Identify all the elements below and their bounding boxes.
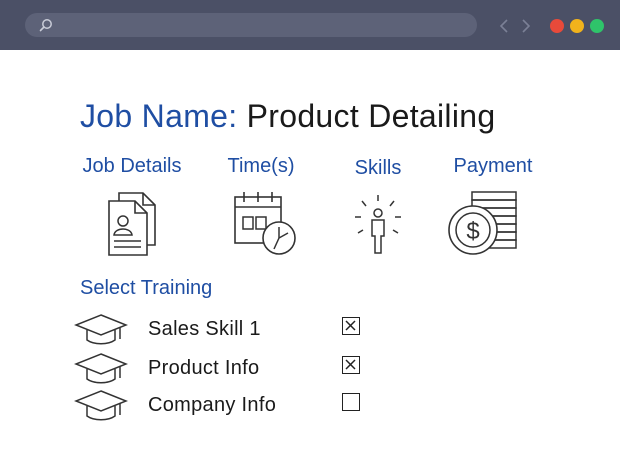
- back-arrow-icon[interactable]: [499, 18, 509, 34]
- search-icon: [39, 19, 52, 32]
- select-training-label: Select Training: [80, 277, 213, 299]
- job-name-value: Product Detailing: [246, 98, 496, 134]
- person-radiant-icon: [355, 195, 401, 254]
- tab-times[interactable]: Time(s): [214, 155, 308, 260]
- training-checkbox[interactable]: [342, 356, 360, 374]
- tab-label: Time(s): [227, 155, 295, 177]
- graduation-cap-icon: [74, 314, 128, 345]
- browser-toolbar: [0, 0, 620, 50]
- maximize-window-button[interactable]: [590, 19, 604, 33]
- training-item: Sales Skill 1: [74, 313, 374, 347]
- forward-arrow-icon[interactable]: [521, 18, 531, 34]
- tab-payment[interactable]: Payment $: [443, 155, 543, 260]
- job-name-label: Job Name:: [80, 98, 238, 134]
- training-name: Company Info: [148, 394, 277, 416]
- tab-label: Payment: [453, 155, 533, 177]
- close-window-button[interactable]: [550, 19, 564, 33]
- training-name: Sales Skill 1: [148, 318, 261, 340]
- graduation-cap-icon: [74, 353, 128, 384]
- tab-label: Skills: [354, 157, 402, 179]
- training-checkbox[interactable]: [342, 393, 360, 411]
- training-name: Product Info: [148, 357, 260, 379]
- calendar-clock-icon: [234, 192, 296, 255]
- checkmark-x-icon: [345, 320, 356, 331]
- graduation-cap-icon: [74, 390, 128, 421]
- coin-stack-icon: $: [448, 191, 517, 255]
- tab-label: Job Details: [82, 155, 182, 177]
- page-title: Job Name: Product Detailing: [80, 98, 495, 135]
- training-checkbox[interactable]: [342, 317, 360, 335]
- tab-job-details[interactable]: Job Details: [76, 155, 188, 260]
- address-bar[interactable]: [25, 13, 477, 37]
- checkmark-x-icon: [345, 359, 356, 370]
- training-item: Company Info: [74, 389, 374, 423]
- documents-icon: [108, 192, 156, 256]
- svg-text:$: $: [466, 218, 479, 245]
- navigation-arrows: [497, 14, 537, 36]
- tab-skills[interactable]: Skills: [340, 157, 416, 262]
- training-item: Product Info: [74, 352, 374, 386]
- minimize-window-button[interactable]: [570, 19, 584, 33]
